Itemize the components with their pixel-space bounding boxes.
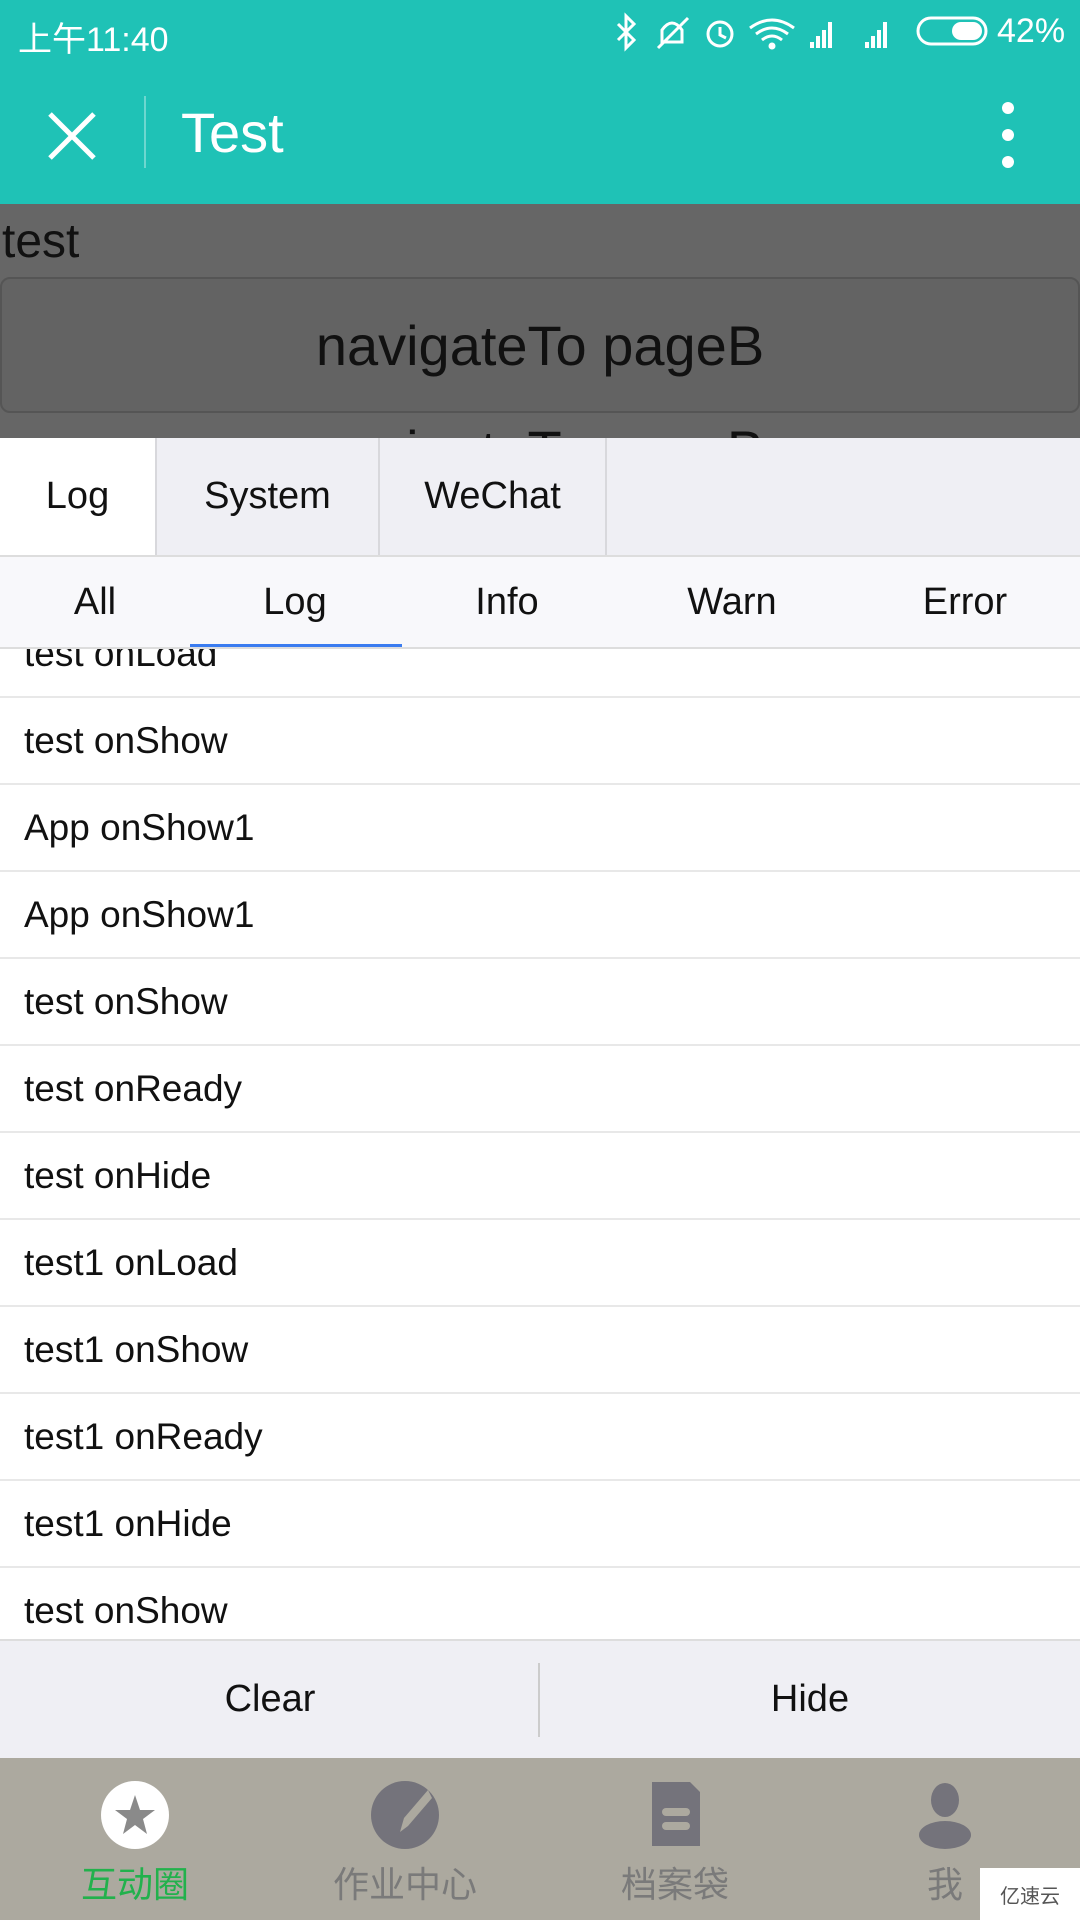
battery-level: 42% <box>997 12 1066 50</box>
wifi-icon <box>749 18 795 50</box>
nav-divider <box>144 96 146 168</box>
nav-bar: Test <box>0 70 1080 204</box>
signal-icon <box>810 22 832 48</box>
log-row: test onReady <box>0 1046 1080 1133</box>
hide-button[interactable]: Hide <box>540 1641 1080 1758</box>
log-filters: All Log Info Warn Error <box>0 557 1080 649</box>
alarm-icon <box>706 20 734 48</box>
log-list[interactable]: test onLoad test onShow App onShow1 App onS… <box>0 649 1080 1639</box>
log-row: test1 onLoad <box>0 1220 1080 1307</box>
page-content: test navigateTo pageB navigateTo pageB <box>0 204 1080 438</box>
status-icons <box>616 12 887 52</box>
filter-warn[interactable]: Warn <box>687 557 776 647</box>
filter-all[interactable]: All <box>74 557 116 647</box>
tab-wechat[interactable]: WeChat <box>380 438 607 555</box>
tabbar-item-archive[interactable]: 档案袋 <box>540 1758 810 1920</box>
console-actions: Clear Hide <box>0 1639 1080 1758</box>
more-vertical-icon[interactable] <box>996 100 1020 170</box>
status-bar: 上午11:40 42% <box>0 0 1080 70</box>
filter-log[interactable]: Log <box>263 557 326 647</box>
mute-icon <box>656 16 690 50</box>
clear-button[interactable]: Clear <box>0 1641 540 1758</box>
page-title: Test <box>181 101 284 164</box>
log-row: test onShow <box>0 959 1080 1046</box>
pencil-icon <box>371 1781 439 1849</box>
tabbar-item-homework[interactable]: 作业中心 <box>270 1758 540 1920</box>
star-icon <box>101 1781 169 1849</box>
navigate-button[interactable]: navigateTo pageB <box>0 277 1080 413</box>
filter-info[interactable]: Info <box>475 557 538 647</box>
log-row: App onShow1 <box>0 872 1080 959</box>
tab-log[interactable]: Log <box>0 438 157 555</box>
console-tabs: Log System WeChat <box>0 438 1080 557</box>
document-icon <box>652 1782 700 1846</box>
active-filter-underline <box>190 644 402 647</box>
log-row: test1 onShow <box>0 1307 1080 1394</box>
person-icon <box>919 1783 971 1849</box>
battery-icon <box>916 16 988 46</box>
tabbar-item-interaction[interactable]: 互动圈 <box>0 1758 270 1920</box>
log-row: test onShow <box>0 698 1080 785</box>
tab-system[interactable]: System <box>157 438 380 555</box>
bottom-tab-bar: 互动圈 作业中心 档案袋 我 亿速云 <box>0 1758 1080 1920</box>
watermark: 亿速云 <box>980 1868 1080 1920</box>
tabbar-label: 互动圈 <box>80 1864 189 1905</box>
log-row: test onHide <box>0 1133 1080 1220</box>
status-time: 上午11:40 <box>18 21 169 59</box>
log-row: test1 onReady <box>0 1394 1080 1481</box>
filter-error[interactable]: Error <box>923 557 1007 647</box>
navigate-button-2[interactable]: navigateTo pageB <box>0 418 1080 438</box>
log-row: test onLoad <box>0 649 1080 698</box>
signal-icon <box>865 22 887 48</box>
tabbar-label: 档案袋 <box>620 1864 729 1905</box>
close-icon[interactable] <box>44 108 100 164</box>
log-row: test1 onHide <box>0 1481 1080 1568</box>
log-row: App onShow1 <box>0 785 1080 872</box>
tabbar-label: 作业中心 <box>332 1864 477 1905</box>
page-text: test <box>2 215 80 268</box>
bluetooth-icon <box>616 12 637 52</box>
log-row: test onShow <box>0 1568 1080 1639</box>
